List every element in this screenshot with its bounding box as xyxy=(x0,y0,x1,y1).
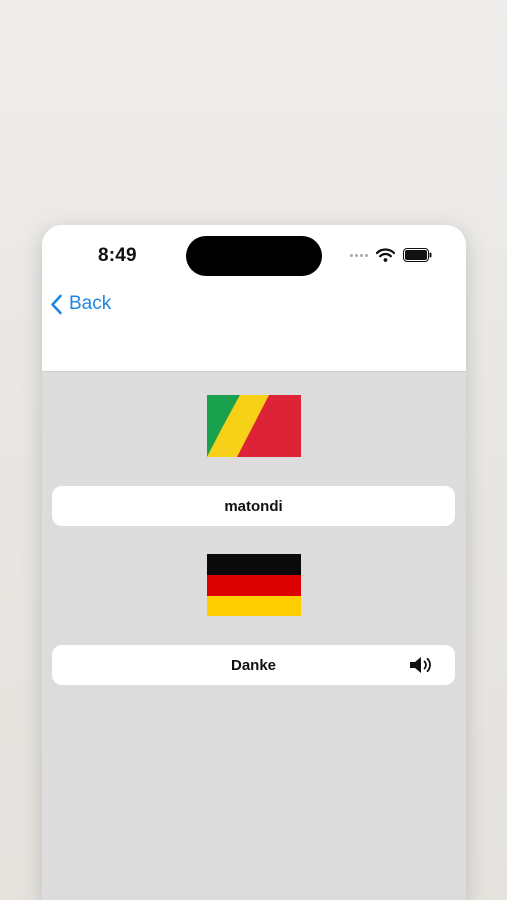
chevron-left-icon xyxy=(51,294,62,314)
republic-of-the-congo-flag xyxy=(207,395,301,457)
back-button[interactable]: Back xyxy=(50,293,111,315)
target-word: Danke xyxy=(230,656,277,674)
battery-icon xyxy=(403,248,432,262)
navigation-header: 8:49 Back xyxy=(42,225,466,372)
speaker-icon[interactable] xyxy=(409,655,433,675)
cellular-signal-icon xyxy=(350,253,368,257)
status-icons xyxy=(350,248,432,262)
germany-flag xyxy=(207,554,301,616)
target-word-card: Danke xyxy=(52,645,455,685)
status-time: 8:49 xyxy=(98,245,137,266)
source-word: matondi xyxy=(224,497,283,515)
app-screen: 8:49 Back matondi Danke xyxy=(42,225,466,900)
wifi-icon xyxy=(376,248,395,262)
back-label: Back xyxy=(69,293,112,314)
dynamic-island xyxy=(186,236,322,276)
source-word-card: matondi xyxy=(52,486,455,526)
